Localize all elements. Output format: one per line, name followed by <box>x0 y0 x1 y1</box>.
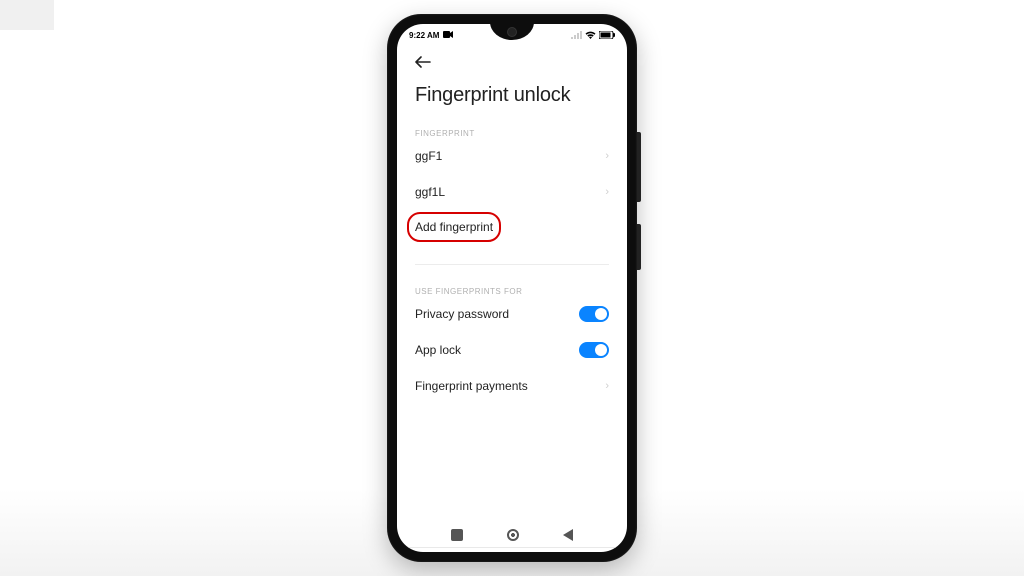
fingerprint-item[interactable]: ggf1L › <box>415 174 609 210</box>
wifi-icon <box>585 31 596 39</box>
screen: 9:22 AM Fingerprint un <box>397 24 627 552</box>
arrow-left-icon <box>415 56 431 68</box>
volume-button <box>637 132 641 202</box>
chevron-right-icon: › <box>605 186 609 198</box>
nav-divider <box>407 547 617 548</box>
section-label-uses: USE FINGERPRINTS FOR <box>415 287 609 296</box>
fingerprint-payments-row[interactable]: Fingerprint payments › <box>415 368 609 404</box>
camera-icon <box>443 31 453 40</box>
privacy-password-label: Privacy password <box>415 307 509 321</box>
app-lock-label: App lock <box>415 343 461 357</box>
divider <box>415 264 609 265</box>
fingerprint-payments-label: Fingerprint payments <box>415 379 528 393</box>
section-label-fingerprint: FINGERPRINT <box>415 129 609 138</box>
app-lock-row[interactable]: App lock <box>415 332 609 368</box>
power-button <box>637 224 641 270</box>
page-title: Fingerprint unlock <box>415 84 609 107</box>
battery-icon <box>599 31 615 39</box>
chevron-right-icon: › <box>605 380 609 392</box>
chevron-right-icon: › <box>605 150 609 162</box>
fingerprint-name: ggf1L <box>415 185 445 199</box>
privacy-password-row[interactable]: Privacy password <box>415 296 609 332</box>
fingerprint-name: ggF1 <box>415 149 442 163</box>
add-fingerprint-button[interactable]: Add fingerprint <box>415 218 493 236</box>
signal-icon <box>571 31 582 39</box>
app-lock-toggle[interactable] <box>579 342 609 358</box>
nav-bar <box>397 522 627 548</box>
privacy-password-toggle[interactable] <box>579 306 609 322</box>
decorative-bar <box>0 0 54 30</box>
fingerprint-item[interactable]: ggF1 › <box>415 138 609 174</box>
status-time: 9:22 AM <box>409 31 439 40</box>
add-fingerprint-label: Add fingerprint <box>415 220 493 234</box>
nav-home-button[interactable] <box>507 529 519 541</box>
back-button[interactable] <box>415 50 609 74</box>
nav-back-button[interactable] <box>563 529 573 541</box>
phone-frame: 9:22 AM Fingerprint un <box>387 14 637 562</box>
nav-recent-button[interactable] <box>451 529 463 541</box>
